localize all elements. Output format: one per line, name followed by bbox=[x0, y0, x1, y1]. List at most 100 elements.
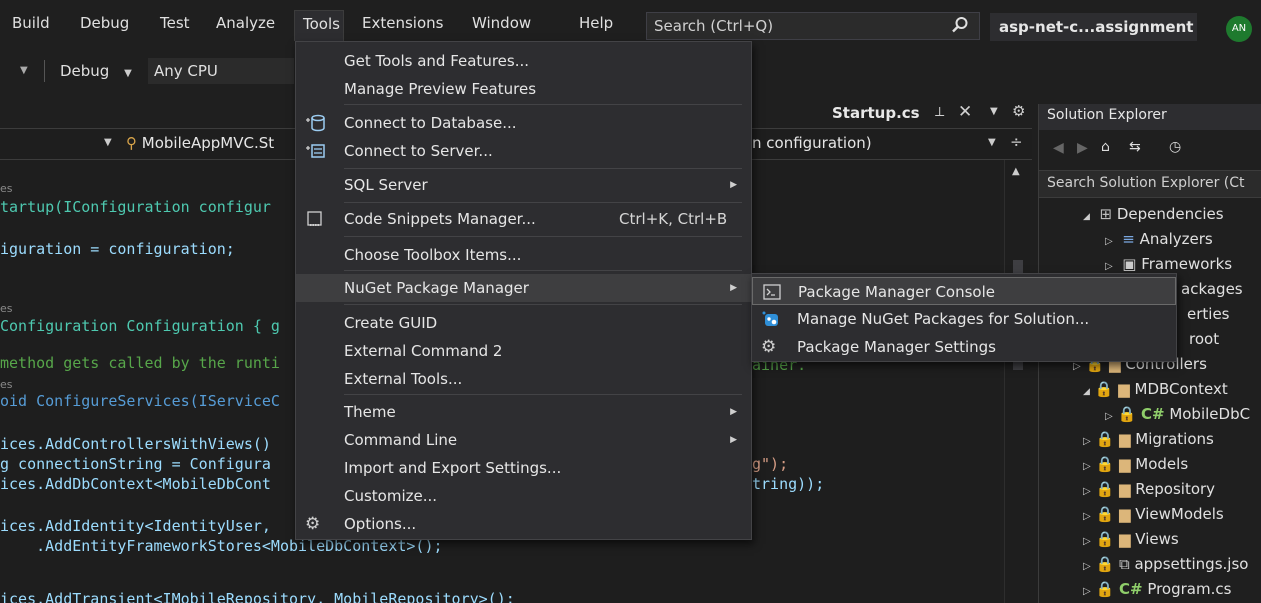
editor-scrollbar[interactable]: ▲ bbox=[1004, 160, 1030, 603]
tree-node-models[interactable]: ▷ 🔒 ▆ Models bbox=[1083, 452, 1188, 477]
tree-node-dependencies[interactable]: ◢ ⊞ Dependencies bbox=[1083, 202, 1224, 227]
avatar[interactable]: AN bbox=[1226, 16, 1252, 42]
menu-item-sql-server[interactable]: SQL Server ▶ bbox=[296, 171, 751, 199]
tree-node-viewmodels[interactable]: ▷ 🔒 ▆ ViewModels bbox=[1083, 502, 1224, 527]
code-line: iguration = configuration; bbox=[0, 240, 235, 258]
framework-icon: ▣ bbox=[1122, 255, 1137, 273]
menu-tools[interactable]: Tools bbox=[294, 10, 344, 41]
submenu-arrow-icon: ▶ bbox=[730, 180, 737, 190]
menu-test[interactable]: Test bbox=[152, 10, 198, 36]
submenu-arrow-icon: ▶ bbox=[730, 407, 737, 417]
tree-node-migrations[interactable]: ▷ 🔒 ▆ Migrations bbox=[1083, 427, 1214, 452]
menu-build[interactable]: Build bbox=[4, 10, 58, 36]
code-line: ices.AddTransient<IMobileRepository, Mob… bbox=[0, 590, 515, 603]
pin-icon[interactable]: ⟂ bbox=[935, 104, 944, 120]
menu-item-external-command[interactable]: External Command 2 bbox=[296, 337, 751, 365]
close-icon[interactable]: ✕ bbox=[958, 102, 972, 122]
gear-icon[interactable]: ⚙ bbox=[1012, 102, 1025, 120]
dependencies-icon: ⊞ bbox=[1099, 205, 1113, 223]
chevron-down-icon[interactable]: ▼ bbox=[990, 106, 998, 117]
gear-icon: ⚙ bbox=[761, 337, 777, 357]
json-file-icon: ⧉ bbox=[1118, 555, 1130, 573]
folder-icon: ▆ bbox=[1118, 455, 1131, 473]
class-name: MobileAppMVC.St bbox=[141, 134, 275, 152]
tools-menu-dropdown: Get Tools and Features... Manage Preview… bbox=[295, 41, 752, 540]
menu-item-theme[interactable]: Theme ▶ bbox=[296, 398, 751, 426]
solution-explorer-search[interactable]: Search Solution Explorer (Ct bbox=[1039, 170, 1261, 198]
menu-item-import-export[interactable]: Import and Export Settings... bbox=[296, 454, 751, 482]
menu-item-package-manager-settings[interactable]: ⚙ Package Manager Settings bbox=[752, 333, 1176, 361]
nuget-submenu: Package Manager Console Manage NuGet Pac… bbox=[751, 273, 1177, 362]
menu-debug[interactable]: Debug bbox=[72, 10, 137, 36]
menu-item-package-manager-console[interactable]: Package Manager Console bbox=[752, 277, 1176, 305]
folder-icon: ▆ bbox=[1118, 505, 1131, 523]
config-value: Debug bbox=[60, 62, 110, 80]
menu-divider bbox=[344, 168, 742, 169]
tree-node-packages[interactable]: ackages bbox=[1181, 277, 1243, 302]
menu-divider bbox=[344, 394, 742, 395]
code-fragment: g"); bbox=[752, 455, 789, 473]
chevron-down-icon[interactable]: ▼ bbox=[104, 137, 112, 148]
server-connect-icon bbox=[306, 144, 325, 158]
menu-extensions[interactable]: Extensions bbox=[354, 10, 451, 36]
folder-icon: ▆ bbox=[1118, 380, 1130, 398]
back-icon[interactable]: ◀ bbox=[1053, 140, 1064, 156]
menu-item-preview-features[interactable]: Manage Preview Features bbox=[296, 75, 751, 103]
tree-node-wwwroot[interactable]: root bbox=[1189, 327, 1219, 352]
menu-item-customize[interactable]: Customize... bbox=[296, 482, 751, 510]
folder-icon: ▆ bbox=[1118, 430, 1131, 448]
menu-item-code-snippets[interactable]: Code Snippets Manager... Ctrl+K, Ctrl+B bbox=[296, 205, 751, 233]
sync-icon[interactable]: ⇆ bbox=[1129, 139, 1141, 155]
menu-item-connect-database[interactable]: Connect to Database... bbox=[296, 109, 751, 137]
tree-node-repository[interactable]: ▷ 🔒 ▆ Repository bbox=[1083, 477, 1215, 502]
gear-icon: ⚙ bbox=[305, 514, 321, 534]
menu-window[interactable]: Window bbox=[464, 10, 539, 36]
menu-item-manage-nuget-packages[interactable]: Manage NuGet Packages for Solution... bbox=[752, 305, 1176, 333]
solution-name-badge[interactable]: asp-net-c...assignment bbox=[990, 13, 1197, 41]
menu-help[interactable]: Help bbox=[571, 10, 621, 36]
class-icon: ⚲ bbox=[126, 134, 137, 152]
member-dropdown[interactable]: n configuration) bbox=[752, 134, 872, 152]
search-input[interactable]: Search (Ctrl+Q) bbox=[646, 12, 980, 40]
tab-startup[interactable]: Startup.cs bbox=[832, 104, 920, 122]
snippet-icon bbox=[307, 211, 322, 226]
nuget-icon bbox=[762, 311, 778, 326]
solution-explorer-toolbar: ◀ ▶ ⌂ ⇆ ◷ bbox=[1039, 130, 1261, 170]
platform-dropdown[interactable]: Any CPU bbox=[148, 58, 294, 84]
tree-node-program[interactable]: ▷ 🔒 C# Program.cs bbox=[1083, 577, 1231, 602]
menu-item-nuget[interactable]: NuGet Package Manager ▶ bbox=[296, 274, 751, 302]
tree-node-appsettings[interactable]: ▷ 🔒 ⧉ appsettings.jso bbox=[1083, 552, 1248, 577]
tree-node-views[interactable]: ▷ 🔒 ▆ Views bbox=[1083, 527, 1179, 552]
menu-item-choose-toolbox[interactable]: Choose Toolbox Items... bbox=[296, 241, 751, 269]
scroll-up-icon[interactable]: ▲ bbox=[1012, 166, 1020, 177]
menu-item-external-tools[interactable]: External Tools... bbox=[296, 365, 751, 393]
menu-divider bbox=[344, 202, 742, 203]
chevron-down-icon[interactable]: ▼ bbox=[988, 137, 996, 148]
tree-node-properties[interactable]: erties bbox=[1187, 302, 1230, 327]
forward-icon[interactable]: ▶ bbox=[1077, 140, 1088, 156]
menu-divider bbox=[344, 270, 742, 271]
menu-item-command-line[interactable]: Command Line ▶ bbox=[296, 426, 751, 454]
menu-divider bbox=[344, 104, 742, 105]
config-dropdown[interactable]: Debug ▼ bbox=[60, 58, 132, 84]
menu-item-create-guid[interactable]: Create GUID bbox=[296, 309, 751, 337]
split-icon[interactable]: ÷ bbox=[1010, 133, 1023, 151]
code-line: ices.AddIdentity<IdentityUser, bbox=[0, 517, 271, 535]
tree-node-mdbcontext[interactable]: ◢ 🔒 ▆ MDBContext bbox=[1083, 377, 1228, 402]
menu-item-options[interactable]: ⚙ Options... bbox=[296, 510, 751, 538]
history-icon[interactable]: ◷ bbox=[1169, 139, 1181, 155]
tree-node-mobiledbcontext[interactable]: ▷ 🔒 C# MobileDbC bbox=[1105, 402, 1250, 427]
home-icon[interactable]: ⌂ bbox=[1101, 139, 1110, 155]
menu-item-get-tools[interactable]: Get Tools and Features... bbox=[296, 47, 751, 75]
chevron-down-icon[interactable]: ▼ bbox=[20, 58, 28, 84]
class-dropdown[interactable]: ⚲ MobileAppMVC.St bbox=[126, 134, 274, 152]
solution-explorer-header: Solution Explorer bbox=[1039, 104, 1261, 130]
database-connect-icon bbox=[306, 114, 325, 132]
csharp-icon: C# bbox=[1140, 405, 1165, 423]
chevron-down-icon: ▼ bbox=[124, 68, 132, 79]
csharp-icon: C# bbox=[1118, 580, 1143, 598]
code-line: oid ConfigureServices(IServiceC bbox=[0, 392, 280, 410]
menu-analyze[interactable]: Analyze bbox=[208, 10, 283, 36]
tree-node-analyzers[interactable]: ▷ ≡ Analyzers bbox=[1105, 227, 1213, 252]
menu-item-connect-server[interactable]: Connect to Server... bbox=[296, 137, 751, 165]
